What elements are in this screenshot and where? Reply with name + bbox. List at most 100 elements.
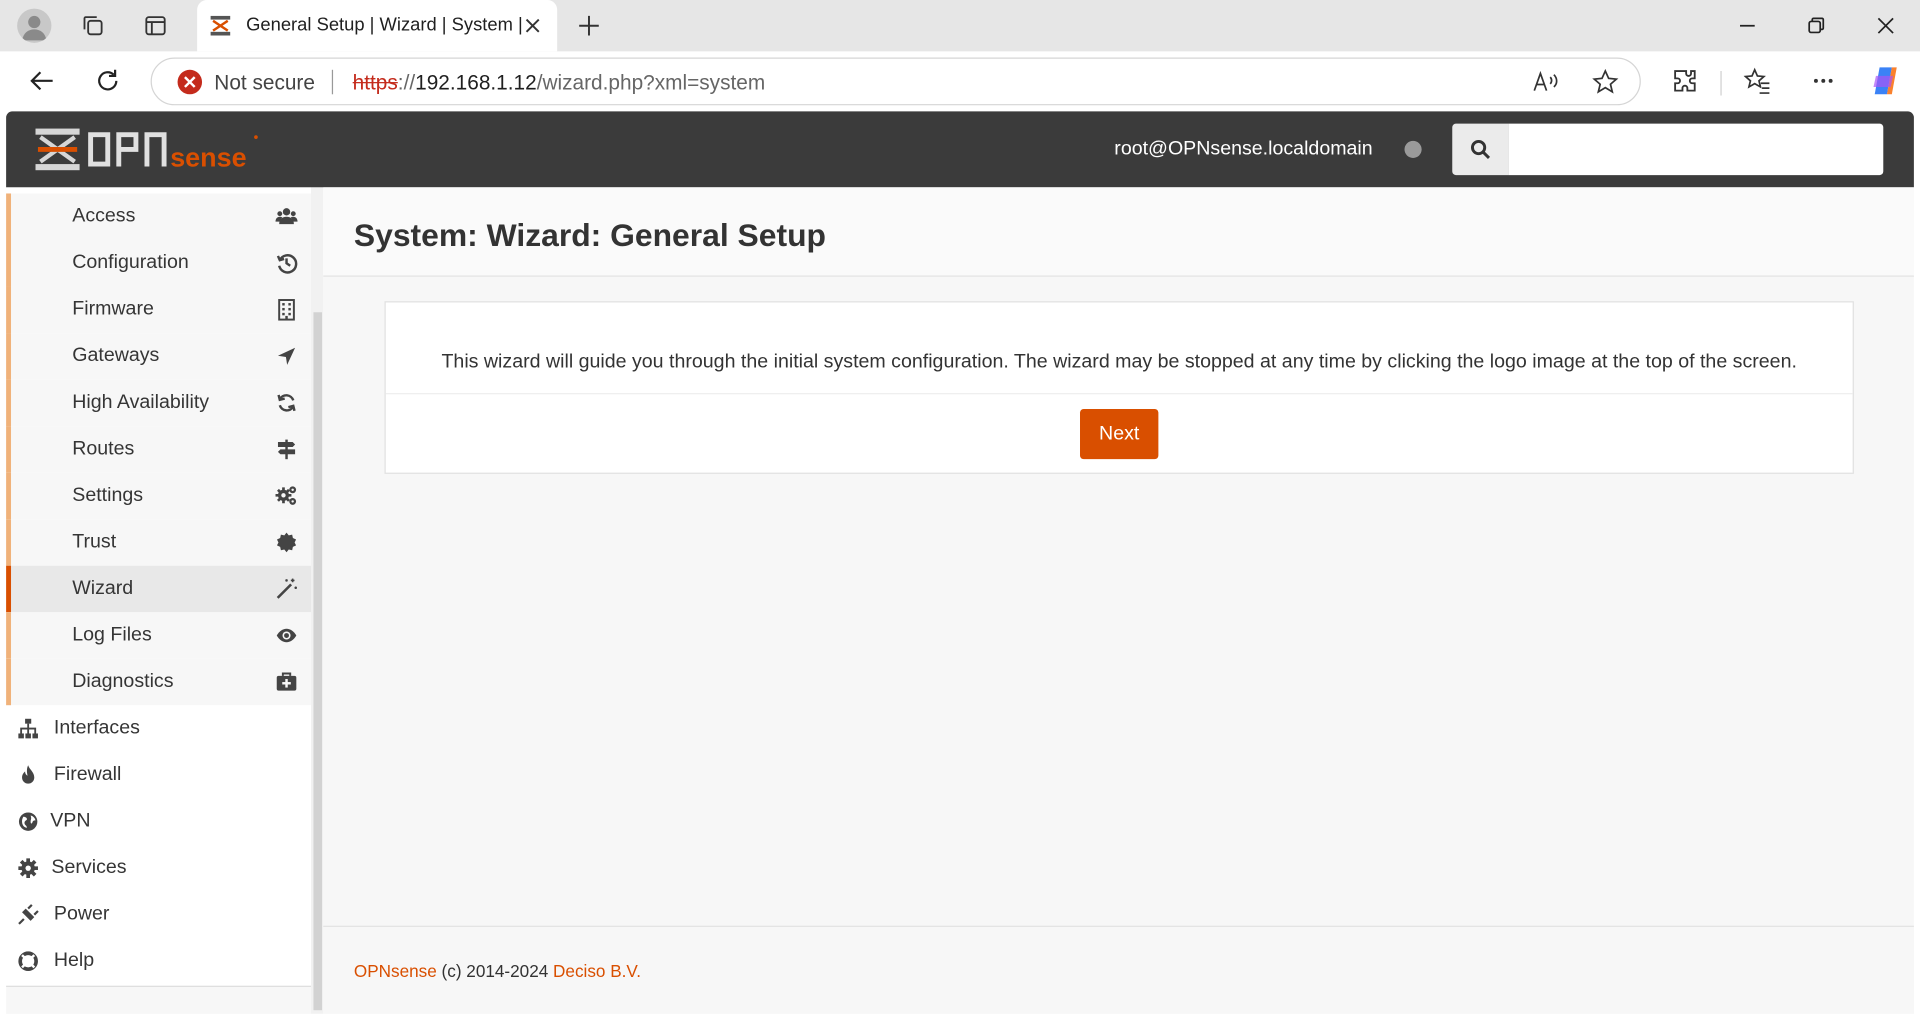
refresh-icon — [277, 394, 296, 412]
location-arrow-icon — [277, 347, 296, 365]
sidebar-item-label: Power — [53, 903, 110, 925]
tab-actions-icon[interactable] — [136, 6, 175, 45]
not-secure-icon[interactable] — [177, 69, 203, 95]
page-title-bar: System: Wizard: General Setup — [323, 187, 1914, 277]
sidebar-item-label: Configuration — [72, 252, 189, 274]
medkit-icon — [276, 672, 297, 691]
footer-copyright: (c) 2014-2024 — [441, 961, 549, 981]
sidebar-item-help[interactable]: Help — [6, 937, 312, 985]
panel-divider — [385, 393, 1853, 395]
url-path: /wizard.php?xml=system — [536, 71, 766, 95]
sidebar-item-gateways[interactable]: Gateways — [6, 333, 312, 380]
sidebar-item-label: Firmware — [72, 298, 154, 320]
sidebar-item-wizard[interactable]: Wizard — [6, 565, 312, 613]
sidebar-item-label: High Availability — [72, 391, 210, 413]
footer-text: OPNsense (c) 2014-2024 Deciso B.V. — [354, 961, 641, 981]
fire-icon — [22, 765, 35, 784]
url-host: 192.168.1.12 — [415, 71, 537, 95]
sidebar-item-power[interactable]: Power — [6, 891, 312, 938]
url-scheme: https — [352, 71, 398, 95]
sidebar-item-interfaces[interactable]: Interfaces — [6, 705, 312, 752]
sidebar-item-log-files[interactable]: Log Files — [6, 612, 312, 659]
browser-tab[interactable]: General Setup | Wizard | System | — [197, 0, 558, 52]
refresh-icon[interactable] — [88, 61, 127, 100]
logged-in-user[interactable]: root@OPNsense.localdomain — [1114, 138, 1372, 160]
sidebar-item-vpn[interactable]: VPN — [6, 798, 312, 845]
plug-icon — [18, 904, 39, 925]
profile-icon[interactable] — [17, 8, 52, 43]
toolbar-divider — [1720, 71, 1722, 96]
close-window-icon[interactable] — [1866, 6, 1905, 45]
sidebar-item-label: Routes — [72, 438, 135, 460]
sidebar-item-label: Trust — [72, 531, 117, 553]
footer-brand-link[interactable]: OPNsense — [354, 961, 437, 981]
tab-title: General Setup | Wizard | System | — [246, 14, 523, 36]
favorite-star-icon[interactable] — [1586, 62, 1625, 101]
new-tab-icon[interactable] — [569, 6, 608, 45]
minimize-icon[interactable] — [1728, 6, 1767, 45]
life-ring-icon — [18, 951, 38, 972]
svg-text:sense: sense — [170, 143, 246, 173]
map-signs-icon — [277, 439, 296, 460]
url-scheme-separator: :// — [397, 71, 416, 95]
sidebar-item-firewall[interactable]: Firewall — [6, 751, 312, 799]
wizard-description: This wizard will guide you through the i… — [441, 351, 1797, 373]
cog-icon — [18, 858, 38, 878]
sidebar-item-services[interactable]: Services — [6, 844, 312, 892]
sidebar-item-label: Gateways — [72, 345, 160, 367]
url-field[interactable]: Not secure https://192.168.1.12/wizard.p… — [150, 57, 1641, 106]
read-aloud-icon[interactable] — [1526, 62, 1565, 101]
window-bottom-edge — [0, 1013, 1920, 1020]
sidebar-item-firmware[interactable]: Firmware — [6, 286, 312, 334]
security-label[interactable]: Not secure — [214, 71, 315, 95]
browser-tab-bar: General Setup | Wizard | System | — [0, 0, 1920, 52]
sidebar-bottom-area — [6, 986, 312, 1014]
next-button[interactable]: Next — [1080, 408, 1159, 460]
cogs-icon — [275, 486, 297, 505]
opnsense-favicon-icon — [209, 15, 231, 37]
sidebar-item-label: Firewall — [53, 764, 122, 785]
url-text[interactable]: https://192.168.1.12/wizard.php?xml=syst… — [353, 71, 766, 95]
sidebar-menu: Access Configuration Firmware Gateways H… — [6, 187, 312, 989]
sidebar-item-label: Access — [72, 205, 136, 227]
sidebar-item-settings[interactable]: Settings — [6, 472, 312, 520]
search-input[interactable] — [1508, 123, 1884, 176]
building-icon — [278, 299, 295, 321]
search-button[interactable] — [1452, 123, 1509, 176]
back-arrow-icon[interactable] — [22, 61, 61, 100]
sidebar-scrollbar-thumb[interactable] — [313, 312, 323, 1011]
page-title: System: Wizard: General Setup — [353, 216, 826, 254]
favorites-icon[interactable] — [1738, 61, 1777, 100]
sitemap-icon — [18, 718, 38, 739]
sidebar-item-label: Log Files — [72, 624, 152, 646]
sidebar-item-label: Diagnostics — [72, 671, 174, 692]
sidebar-item-label: Interfaces — [53, 717, 140, 739]
sidebar-item-diagnostics[interactable]: Diagnostics — [6, 658, 312, 706]
extensions-icon[interactable] — [1665, 61, 1704, 100]
eye-icon — [276, 628, 297, 643]
search-icon — [1470, 139, 1491, 159]
wizard-panel: This wizard will guide you through the i… — [384, 301, 1854, 474]
copilot-icon[interactable] — [1866, 61, 1905, 100]
sidebar-item-label: Help — [53, 950, 95, 972]
sidebar-item-configuration[interactable]: Configuration — [6, 240, 312, 287]
magic-wand-icon — [276, 578, 297, 599]
close-tab-icon[interactable] — [513, 6, 552, 45]
footer-company-link[interactable]: Deciso B.V. — [553, 961, 641, 981]
users-icon — [275, 208, 298, 225]
sidebar-item-trust[interactable]: Trust — [6, 519, 312, 566]
sidebar-item-high-availability[interactable]: High Availability — [6, 379, 312, 427]
workspaces-icon[interactable] — [73, 6, 112, 45]
status-indicator-icon[interactable] — [1404, 140, 1422, 158]
sidebar-item-label: Services — [51, 857, 127, 878]
sidebar-item-routes[interactable]: Routes — [6, 426, 312, 473]
sidebar-item-label: Settings — [72, 484, 144, 506]
opnsense-header: sense root@OPNsense.localdomain — [6, 111, 1914, 188]
sidebar-item-access[interactable]: Access — [6, 193, 312, 241]
certificate-icon — [276, 532, 297, 553]
restore-icon[interactable] — [1796, 6, 1835, 45]
more-options-icon[interactable] — [1804, 61, 1843, 100]
opnsense-logo[interactable]: sense — [33, 125, 266, 174]
globe-icon — [18, 812, 38, 831]
page-footer: OPNsense (c) 2014-2024 Deciso B.V. — [323, 925, 1914, 1016]
